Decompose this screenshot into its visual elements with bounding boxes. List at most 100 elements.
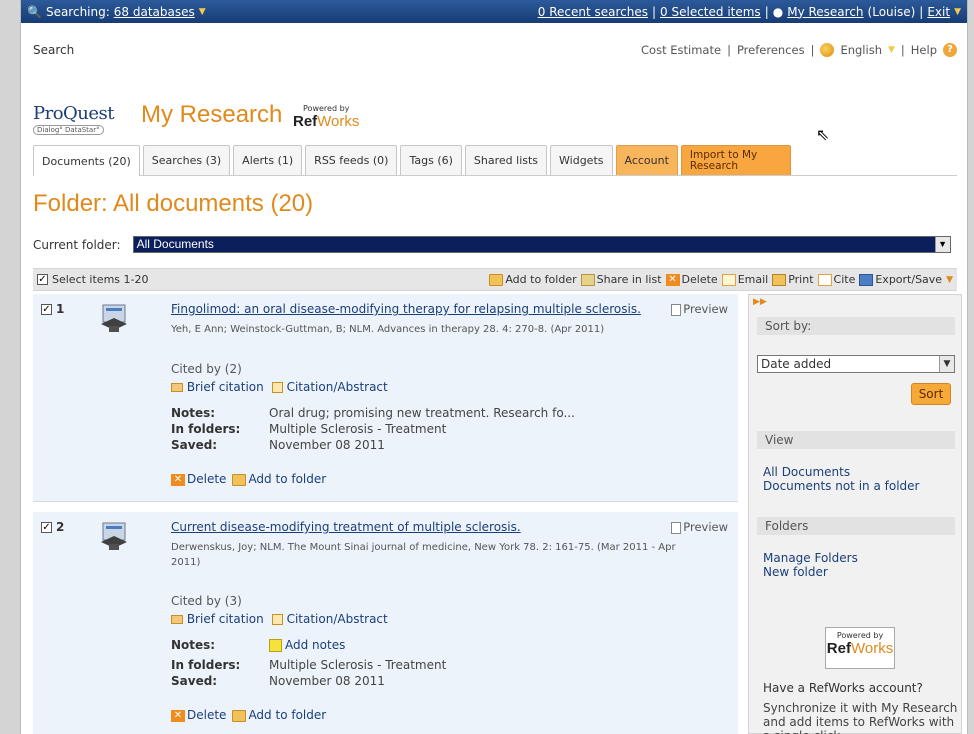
item-number: 1	[56, 302, 65, 316]
powered-by-refworks: Powered by RefWorks	[293, 104, 359, 130]
item-checkbox[interactable]: ✓	[41, 521, 52, 533]
share-in-list-button[interactable]: Share in list	[580, 273, 662, 286]
delete-item-button[interactable]: ✕ Delete	[171, 708, 226, 722]
preview-link[interactable]: Preview	[671, 302, 728, 316]
citation-icon	[171, 383, 183, 392]
collapse-sidebar-icon[interactable]: ▶▶	[753, 297, 767, 307]
citation-abstract-link[interactable]: Citation/Abstract	[271, 380, 388, 394]
document-title-link[interactable]: Fingolimod: an oral disease-modifying th…	[171, 302, 641, 316]
list-item: ✓ 2 Current disease-modifying treatment o…	[33, 512, 738, 734]
cite-icon	[817, 274, 832, 286]
brief-citation-link[interactable]: Brief citation	[171, 612, 264, 626]
preview-link[interactable]: Preview	[671, 520, 728, 534]
folder-select[interactable]: All Documents ▼	[132, 236, 951, 253]
new-folder-link[interactable]: New folder	[763, 565, 828, 579]
select-all-checkbox[interactable]: ✓	[37, 274, 48, 285]
sort-by-heading: Sort by:	[757, 317, 955, 335]
in-folders-label: In folders:	[171, 422, 241, 436]
tab-tags[interactable]: Tags (6)	[400, 145, 462, 175]
chevron-down-icon[interactable]: ▼	[888, 45, 895, 55]
page-title: My Research	[141, 101, 283, 128]
cited-by-link[interactable]: Cited by (2)	[171, 362, 242, 376]
cited-by-link[interactable]: Cited by (3)	[171, 594, 242, 608]
search-link[interactable]: Search	[33, 43, 74, 57]
my-research-link[interactable]: My Research	[787, 5, 863, 19]
proquest-logo[interactable]: ProQuest Dialog° DataStar°	[33, 103, 115, 135]
tab-import[interactable]: Import to My Research	[680, 145, 791, 175]
sidebar: ▶▶ Sort by: Date added ▼ Sort View All D…	[748, 294, 962, 734]
folder-icon	[232, 473, 247, 486]
delete-button[interactable]: ✕ Delete	[665, 273, 718, 286]
cite-button[interactable]: Cite	[817, 273, 855, 286]
tab-searches[interactable]: Searches (3)	[142, 145, 231, 175]
add-to-folder-item-button[interactable]: Add to folder	[232, 708, 326, 722]
selected-items-link[interactable]: 0 Selected items	[660, 5, 761, 19]
delete-icon: ✕	[171, 709, 185, 722]
delete-item-button[interactable]: ✕ Delete	[171, 472, 226, 486]
notes-label: Notes:	[171, 638, 216, 652]
tab-rss-feeds[interactable]: RSS feeds (0)	[305, 145, 398, 175]
all-documents-link[interactable]: All Documents	[763, 465, 850, 479]
help-link[interactable]: Help	[911, 43, 937, 57]
document-title-link[interactable]: Current disease-modifying treatment of m…	[171, 520, 521, 534]
chevron-down-icon[interactable]: ▼	[946, 275, 953, 285]
cost-estimate-link[interactable]: Cost Estimate	[641, 43, 721, 57]
utility-links: Cost Estimate | Preferences | English ▼ …	[641, 43, 957, 57]
tab-shared-lists[interactable]: Shared lists	[464, 145, 548, 175]
search-icon[interactable]: 🔍	[27, 5, 42, 19]
chevron-down-icon[interactable]: ▼	[199, 7, 206, 17]
recent-searches-link[interactable]: 0 Recent searches	[538, 5, 648, 19]
saved-value: November 08 2011	[269, 438, 385, 452]
chevron-down-icon[interactable]: ▼	[939, 356, 954, 372]
brief-citation-link[interactable]: Brief citation	[171, 380, 264, 394]
application-frame: 🔍 Searching: 68 databases ▼ 0 Recent sea…	[20, 0, 968, 734]
documents-not-in-folder-link[interactable]: Documents not in a folder	[763, 479, 919, 493]
tab-documents[interactable]: Documents (20)	[33, 145, 140, 176]
share-icon	[580, 274, 595, 286]
logo-sub: Dialog° DataStar°	[33, 125, 104, 135]
language-select[interactable]: English	[840, 43, 882, 57]
folders-heading: Folders	[757, 517, 955, 535]
document-type-icon	[101, 522, 127, 550]
preview-icon	[671, 521, 682, 534]
saved-label: Saved:	[171, 674, 218, 688]
tab-widgets[interactable]: Widgets	[550, 145, 613, 175]
select-items-label: Select items 1-20	[52, 273, 149, 286]
abstract-icon	[271, 614, 283, 625]
print-icon	[772, 274, 787, 286]
print-button[interactable]: Print	[772, 273, 814, 286]
sort-select[interactable]: Date added ▼	[757, 355, 955, 373]
item-checkbox[interactable]: ✓	[41, 303, 52, 315]
tab-account[interactable]: Account	[615, 145, 678, 175]
in-folders-label: In folders:	[171, 658, 241, 672]
refworks-logo: RefWorks	[293, 113, 360, 130]
searching-prefix: Searching:	[45, 4, 110, 19]
export-save-button[interactable]: Export/Save	[859, 273, 942, 286]
tab-alerts[interactable]: Alerts (1)	[233, 145, 303, 175]
chevron-down-icon[interactable]: ▼	[934, 237, 950, 252]
email-button[interactable]: Email	[721, 273, 768, 286]
manage-folders-link[interactable]: Manage Folders	[763, 551, 858, 565]
delete-icon: ✕	[171, 473, 185, 486]
databases-link[interactable]: 68 databases	[114, 5, 195, 19]
citation-abstract-link[interactable]: Citation/Abstract	[271, 612, 388, 626]
list-item: ✓ 1 Fingolimod: an oral disease-modifying…	[33, 294, 738, 502]
refworks-question: Have a RefWorks account?	[763, 681, 923, 695]
add-to-folder-item-button[interactable]: Add to folder	[232, 472, 326, 486]
save-icon	[859, 274, 874, 286]
add-to-folder-button[interactable]: Add to folder	[489, 273, 577, 286]
delete-icon: ✕	[665, 274, 680, 286]
preferences-link[interactable]: Preferences	[737, 43, 805, 57]
current-folder-label: Current folder:	[33, 237, 121, 252]
sort-button[interactable]: Sort	[911, 383, 951, 405]
chevron-down-icon[interactable]: ▼	[954, 7, 961, 17]
notes-label: Notes:	[171, 406, 216, 420]
refworks-badge[interactable]: Powered by RefWorks	[825, 627, 895, 669]
help-icon[interactable]: ?	[943, 43, 957, 57]
refworks-sync-text: Synchronize it with My Research and add …	[763, 701, 958, 734]
exit-link[interactable]: Exit	[927, 5, 950, 19]
saved-label: Saved:	[171, 438, 218, 452]
user-name: (Louise)	[867, 4, 916, 19]
document-type-icon	[101, 304, 127, 332]
add-notes-link[interactable]: Add notes	[269, 638, 345, 658]
